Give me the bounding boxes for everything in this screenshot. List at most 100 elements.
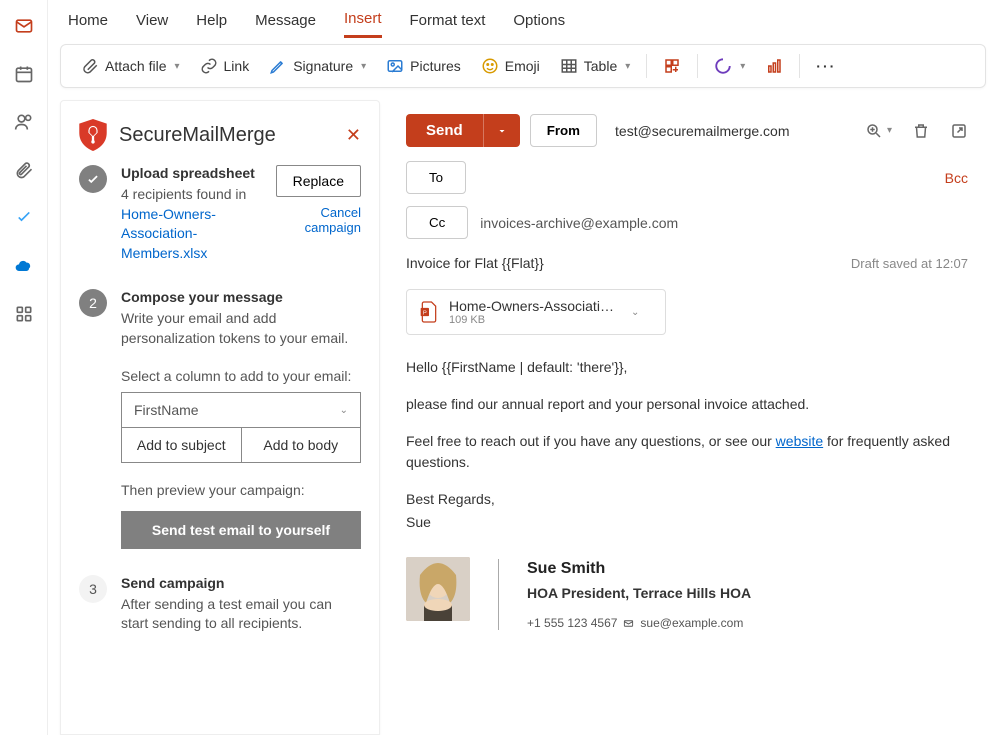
attachment-chip[interactable]: P Home-Owners-Association-R... 109 KB ⌄ [406,289,666,335]
tab-insert[interactable]: Insert [344,10,382,38]
svg-text:P: P [423,311,427,317]
chevron-down-icon: ⌄ [631,307,639,318]
tab-format-text[interactable]: Format text [410,12,486,37]
signature-name: Sue Smith [527,557,751,581]
popout-button[interactable] [950,122,968,140]
signature: Sue Smith HOA President, Terrace Hills H… [406,557,968,632]
ribbon-apps[interactable] [655,51,689,81]
step-1-title: Upload spreadsheet [121,165,266,181]
ribbon-loop[interactable]: ▾ [706,51,753,81]
add-to-body-button[interactable]: Add to body [241,427,362,463]
chevron-down-icon: ▾ [361,61,366,72]
calendar-icon[interactable] [14,64,34,84]
spreadsheet-filename-link[interactable]: Home-Owners-Association-Members.xlsx [121,205,266,264]
ribbon-more[interactable]: ··· [808,58,844,74]
chevron-down-icon: ▾ [174,61,179,72]
step-3-title: Send campaign [121,575,361,591]
compose-area: Send From test@securemailmerge.com ▾ [392,100,986,735]
step-3: 3 Send campaign After sending a test ema… [79,575,361,634]
ribbon-poll[interactable] [757,51,791,81]
bcc-toggle[interactable]: Bcc [945,170,968,186]
signature-title: HOA President, Terrace Hills HOA [527,583,751,604]
ribbon-signature-label: Signature [293,58,353,74]
separator [646,54,647,78]
chevron-down-icon: ⌄ [340,405,348,416]
body-line-1: Hello {{FirstName | default: 'there'}}, [406,357,968,378]
tab-help[interactable]: Help [196,12,227,37]
step-1: Upload spreadsheet 4 recipients found in… [79,165,361,263]
loop-icon [714,57,732,75]
signature-email: sue@example.com [640,614,743,632]
step-1-recipients: 4 recipients found in [121,185,266,205]
email-body[interactable]: Hello {{FirstName | default: 'there'}}, … [392,339,986,650]
chevron-down-icon: ▾ [625,61,630,72]
picture-icon [386,57,404,75]
discard-button[interactable] [912,122,930,140]
ribbon-attach-label: Attach file [105,58,166,74]
column-select[interactable]: FirstName ⌄ [121,392,361,428]
column-select-value: FirstName [134,402,199,418]
panel-close-button[interactable]: ✕ [346,125,361,146]
chevron-down-icon [496,125,508,137]
step-3-desc: After sending a test email you can start… [121,595,361,634]
ribbon-pictures[interactable]: Pictures [378,51,469,81]
attach-icon[interactable] [14,160,34,180]
todo-icon[interactable] [14,208,34,228]
signature-phone: +1 555 123 4567 [527,614,617,632]
send-button[interactable]: Send [406,114,483,147]
apps-grid-icon [663,57,681,75]
tab-home[interactable]: Home [68,12,108,37]
separator [697,54,698,78]
body-line-5: Sue [406,512,968,533]
add-to-subject-button[interactable]: Add to subject [121,427,241,463]
replace-button[interactable]: Replace [276,165,361,197]
ribbon-table-label: Table [584,58,617,74]
pen-icon [269,57,287,75]
attachment-size: 109 KB [449,314,619,326]
step-1-indicator [79,165,107,193]
from-email: test@securemailmerge.com [607,123,798,139]
popout-icon [950,122,968,140]
mail-icon[interactable] [14,16,34,36]
send-split-button[interactable] [483,114,520,147]
website-link[interactable]: website [776,433,823,449]
ribbon-signature[interactable]: Signature ▾ [261,51,374,81]
tab-message[interactable]: Message [255,12,316,37]
tab-view[interactable]: View [136,12,168,37]
preview-label: Then preview your campaign: [121,481,361,501]
send-test-button[interactable]: Send test email to yourself [121,511,361,549]
email-small-icon [623,618,634,629]
tab-options[interactable]: Options [513,12,565,37]
attachment-name: Home-Owners-Association-R... [449,298,619,314]
ribbon-emoji[interactable]: Emoji [473,51,548,81]
ribbon-link[interactable]: Link [192,51,258,81]
subject-field[interactable]: Invoice for Flat {{Flat}} [406,255,544,271]
signature-divider [498,559,499,630]
people-icon[interactable] [14,112,34,132]
table-icon [560,57,578,75]
ribbon-emoji-label: Emoji [505,58,540,74]
body-line-2: please find our annual report and your p… [406,394,968,415]
to-button[interactable]: To [406,161,466,194]
zoom-button[interactable]: ▾ [865,122,892,140]
apps-icon[interactable] [14,304,34,324]
from-button[interactable]: From [530,114,597,147]
menu-tabs: Home View Help Message Insert Format tex… [48,0,998,38]
ribbon: Attach file ▾ Link Signature ▾ Pictures … [60,44,986,88]
onedrive-icon[interactable] [14,256,34,276]
cc-field[interactable]: invoices-archive@example.com [480,215,968,231]
signature-photo [406,557,470,621]
cancel-campaign-link[interactable]: Cancel campaign [276,205,361,235]
draft-saved-label: Draft saved at 12:07 [851,256,968,271]
chevron-down-icon: ▾ [740,61,745,72]
securemailmerge-logo-icon [79,119,107,151]
ribbon-table[interactable]: Table ▾ [552,51,639,81]
chevron-down-icon: ▾ [887,125,892,136]
cc-button[interactable]: Cc [406,206,468,239]
addin-panel: SecureMailMerge ✕ Upload spreadsheet [60,100,380,735]
step-2: 2 Compose your message Write your email … [79,289,361,548]
zoom-icon [865,122,883,140]
ribbon-attach-file[interactable]: Attach file ▾ [73,51,188,81]
body-line-4: Best Regards, [406,489,968,510]
step-2-desc: Write your email and add personalization… [121,309,361,348]
